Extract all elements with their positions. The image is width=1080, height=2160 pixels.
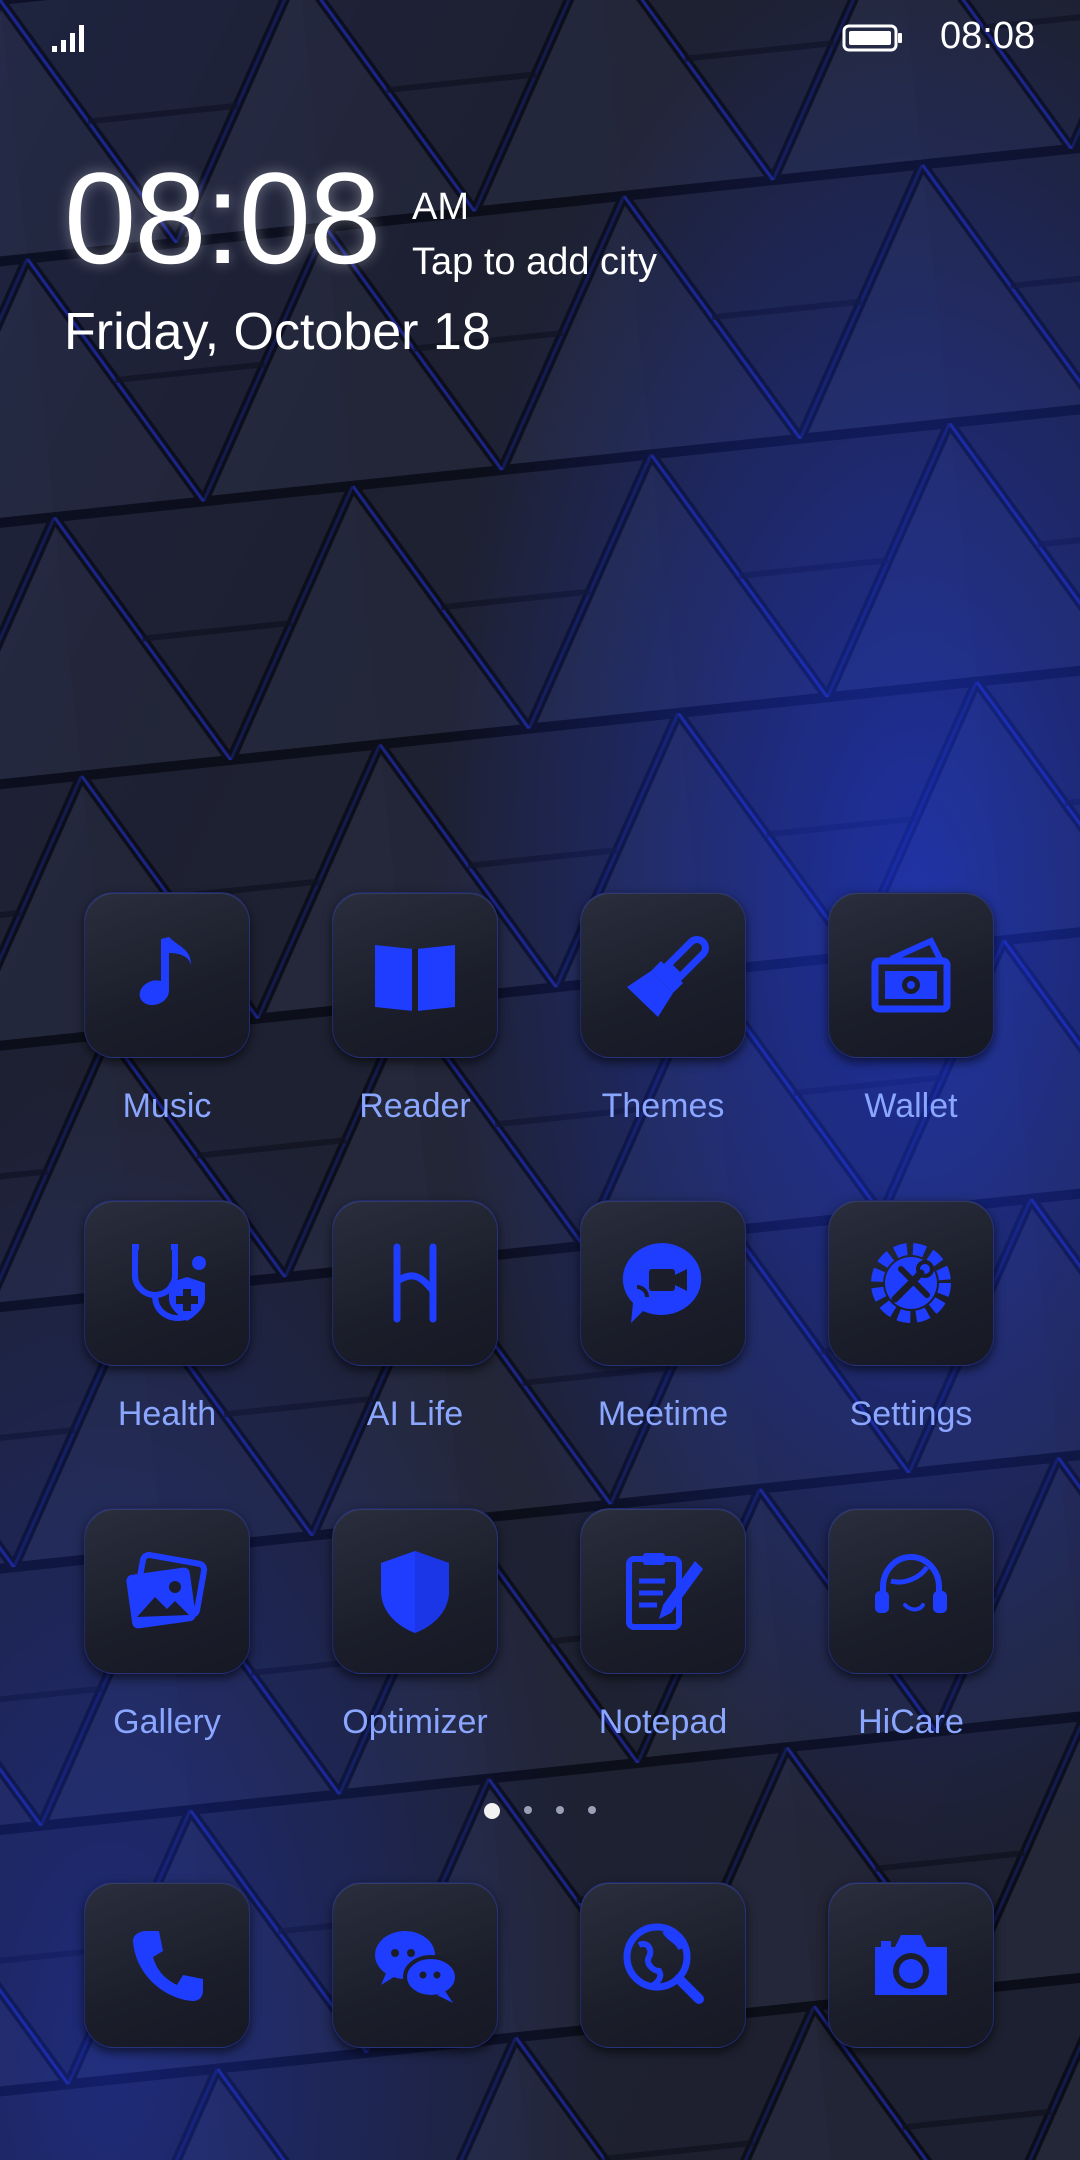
- clock-time[interactable]: 08:08: [64, 148, 381, 288]
- app-themes[interactable]: Themes: [563, 892, 763, 1126]
- app-label: HiCare: [858, 1703, 964, 1741]
- video-chat-icon: [622, 1242, 702, 1323]
- phone-icon: [133, 1931, 203, 2001]
- app-tile[interactable]: [84, 1200, 250, 1366]
- wallet-icon: [871, 937, 951, 1013]
- app-optimizer[interactable]: Optimizer: [315, 1508, 515, 1742]
- gallery-icon: [126, 1551, 208, 1629]
- app-tile[interactable]: [84, 892, 250, 1058]
- app-tile[interactable]: [332, 892, 498, 1058]
- app-wallet[interactable]: Wallet: [811, 892, 1011, 1126]
- status-time: 08:08: [940, 15, 1036, 57]
- signal-icon: [52, 25, 84, 52]
- chat-bubbles-icon: [375, 1931, 459, 2003]
- app-tile[interactable]: [828, 1508, 994, 1674]
- page-dot: [524, 1806, 532, 1814]
- app-meetime[interactable]: Meetime: [563, 1200, 763, 1434]
- app-tile[interactable]: [580, 1200, 746, 1366]
- app-tile[interactable]: [332, 1882, 498, 2048]
- app-notepad[interactable]: Notepad: [563, 1508, 763, 1742]
- dock-browser[interactable]: [563, 1882, 763, 2048]
- app-label: AI Life: [366, 1395, 464, 1433]
- app-tile[interactable]: [580, 1508, 746, 1674]
- paintbrush-icon: [627, 936, 709, 1017]
- globe-search-icon: [623, 1923, 704, 2004]
- app-label: Themes: [601, 1087, 725, 1125]
- app-label: Notepad: [598, 1703, 728, 1741]
- page-dot-active: [484, 1803, 500, 1819]
- app-hicare[interactable]: HiCare: [811, 1508, 1011, 1742]
- clock-date[interactable]: Friday, October 18: [64, 302, 491, 362]
- ai-life-icon: [393, 1243, 437, 1323]
- app-label: Music: [122, 1087, 212, 1125]
- notepad-icon: [626, 1553, 703, 1630]
- app-label: Settings: [849, 1395, 973, 1433]
- app-settings[interactable]: Settings: [811, 1200, 1011, 1434]
- app-tile[interactable]: [332, 1508, 498, 1674]
- dock-phone[interactable]: [67, 1882, 267, 2048]
- dock-messaging[interactable]: [315, 1882, 515, 2048]
- page-indicator: [480, 1800, 600, 1820]
- headset-icon: [875, 1554, 947, 1613]
- app-label: Reader: [359, 1087, 471, 1125]
- app-label: Wallet: [864, 1087, 958, 1125]
- gear-tools-icon: [871, 1243, 951, 1323]
- dock-camera[interactable]: [811, 1882, 1011, 2048]
- app-label: Health: [117, 1395, 217, 1433]
- app-health[interactable]: Health: [67, 1200, 267, 1434]
- add-city-link[interactable]: Tap to add city: [412, 240, 657, 284]
- page-dot: [556, 1806, 564, 1814]
- app-label: Optimizer: [342, 1703, 488, 1741]
- music-note-icon: [139, 937, 191, 1006]
- app-tile[interactable]: [84, 1882, 250, 2048]
- page-dot: [588, 1806, 596, 1814]
- app-tile[interactable]: [828, 892, 994, 1058]
- battery-icon: [842, 24, 902, 52]
- app-tile[interactable]: [580, 892, 746, 1058]
- app-reader[interactable]: Reader: [315, 892, 515, 1126]
- clock-ampm: AM: [412, 186, 469, 228]
- app-tile[interactable]: [332, 1200, 498, 1366]
- app-ai-life[interactable]: AI Life: [315, 1200, 515, 1434]
- app-tile[interactable]: [828, 1200, 994, 1366]
- app-music[interactable]: Music: [67, 892, 267, 1126]
- app-tile[interactable]: [580, 1882, 746, 2048]
- app-gallery[interactable]: Gallery: [67, 1508, 267, 1742]
- shield-icon: [381, 1551, 449, 1633]
- book-icon: [375, 945, 455, 1013]
- stethoscope-icon: [132, 1244, 206, 1321]
- camera-icon: [875, 1935, 947, 1995]
- app-label: Gallery: [113, 1703, 221, 1741]
- app-tile[interactable]: [828, 1882, 994, 2048]
- app-label: Meetime: [597, 1395, 729, 1433]
- app-tile[interactable]: [84, 1508, 250, 1674]
- status-bar: 08:08: [0, 0, 1080, 72]
